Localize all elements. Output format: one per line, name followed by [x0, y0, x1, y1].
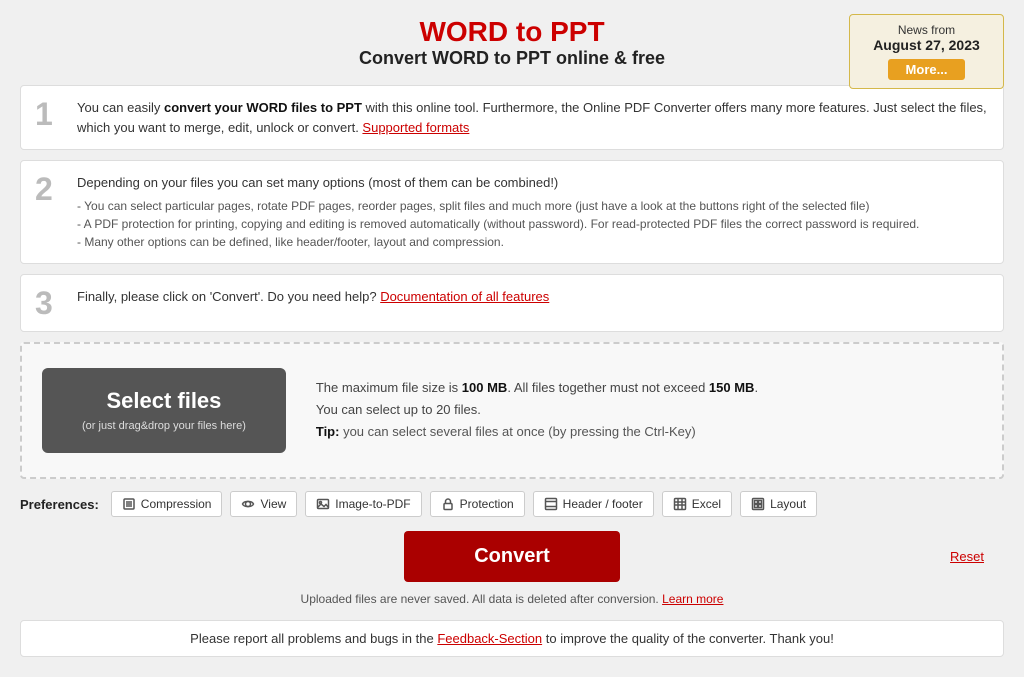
preferences-label: Preferences:	[20, 497, 99, 512]
step-1-text-before: You can easily	[77, 100, 164, 115]
step-2-number: 2	[35, 173, 63, 205]
layout-icon	[751, 497, 765, 511]
max-size: 100 MB	[462, 380, 508, 395]
compression-icon	[122, 497, 136, 511]
header-footer-icon	[544, 497, 558, 511]
upload-tip: Tip: you can select several files at onc…	[316, 421, 758, 443]
info-before: The maximum file size is	[316, 380, 462, 395]
convert-button[interactable]: Convert	[404, 531, 620, 582]
documentation-link[interactable]: Documentation of all features	[380, 289, 549, 304]
max-total: 150 MB	[709, 380, 755, 395]
step-1-text-bold: convert your WORD files to PPT	[164, 100, 362, 115]
header-footer-label: Header / footer	[563, 497, 643, 511]
protection-button[interactable]: Protection	[430, 491, 525, 517]
supported-formats-link[interactable]: Supported formats	[362, 120, 469, 135]
step-2-small-text: - You can select particular pages, rotat…	[77, 197, 989, 251]
excel-icon	[673, 497, 687, 511]
news-box: News from August 27, 2023 More...	[849, 14, 1004, 89]
news-more-button[interactable]: More...	[888, 59, 966, 80]
step-2-content: Depending on your files you can set many…	[77, 173, 989, 251]
upload-file-count: You can select up to 20 files.	[316, 399, 758, 421]
lock-icon	[441, 497, 455, 511]
preferences-row: Preferences: Compression View Image-to-P…	[20, 491, 1004, 517]
view-button[interactable]: View	[230, 491, 297, 517]
step-1-number: 1	[35, 98, 63, 130]
step-3-text-before: Finally, please click on 'Convert'. Do y…	[77, 289, 377, 304]
news-box-date: August 27, 2023	[864, 37, 989, 53]
learn-more-link[interactable]: Learn more	[662, 592, 723, 606]
upload-box: Select files (or just drag&drop your fil…	[20, 342, 1004, 480]
step-2-main-text: Depending on your files you can set many…	[77, 173, 989, 193]
step-1-content: You can easily convert your WORD files t…	[77, 98, 989, 137]
step-2-box: 2 Depending on your files you can set ma…	[20, 160, 1004, 264]
step-1-box: 1 You can easily convert your WORD files…	[20, 85, 1004, 150]
excel-button[interactable]: Excel	[662, 491, 732, 517]
step-3-number: 3	[35, 287, 63, 319]
step-2-line-3: - Many other options can be defined, lik…	[77, 233, 989, 251]
step-2-line-2: - A PDF protection for printing, copying…	[77, 215, 989, 233]
reset-link[interactable]: Reset	[950, 549, 984, 564]
select-files-button[interactable]: Select files (or just drag&drop your fil…	[42, 368, 286, 454]
step-3-content: Finally, please click on 'Convert'. Do y…	[77, 287, 989, 307]
feedback-text-before: Please report all problems and bugs in t…	[190, 631, 437, 646]
protection-label: Protection	[460, 497, 514, 511]
drag-drop-label: (or just drag&drop your files here)	[82, 420, 246, 433]
feedback-text-after: to improve the quality of the converter.…	[546, 631, 834, 646]
convert-row: Convert Reset	[20, 531, 1004, 582]
layout-button[interactable]: Layout	[740, 491, 817, 517]
compression-button[interactable]: Compression	[111, 491, 223, 517]
privacy-message: Uploaded files are never saved. All data…	[301, 592, 659, 606]
image-to-pdf-button[interactable]: Image-to-PDF	[305, 491, 421, 517]
layout-label: Layout	[770, 497, 806, 511]
step-3-box: 3 Finally, please click on 'Convert'. Do…	[20, 274, 1004, 332]
feedback-link[interactable]: Feedback-Section	[437, 631, 542, 646]
news-box-title: News from	[864, 23, 989, 37]
compression-label: Compression	[141, 497, 212, 511]
image-icon	[316, 497, 330, 511]
header-footer-button[interactable]: Header / footer	[533, 491, 654, 517]
feedback-box: Please report all problems and bugs in t…	[20, 620, 1004, 657]
select-files-label: Select files	[106, 388, 221, 413]
info-end: .	[754, 380, 758, 395]
info-mid: . All files together must not exceed	[507, 380, 709, 395]
excel-label: Excel	[692, 497, 721, 511]
tip-text-value: you can select several files at once (by…	[343, 424, 696, 439]
upload-size-info: The maximum file size is 100 MB. All fil…	[316, 377, 758, 399]
step-2-line-1: - You can select particular pages, rotat…	[77, 197, 989, 215]
page-wrapper: WORD to PPT Convert WORD to PPT online &…	[0, 0, 1024, 677]
privacy-text: Uploaded files are never saved. All data…	[20, 592, 1004, 606]
upload-info: The maximum file size is 100 MB. All fil…	[316, 377, 758, 443]
image-to-pdf-label: Image-to-PDF	[335, 497, 410, 511]
view-icon	[241, 497, 255, 511]
view-label: View	[260, 497, 286, 511]
